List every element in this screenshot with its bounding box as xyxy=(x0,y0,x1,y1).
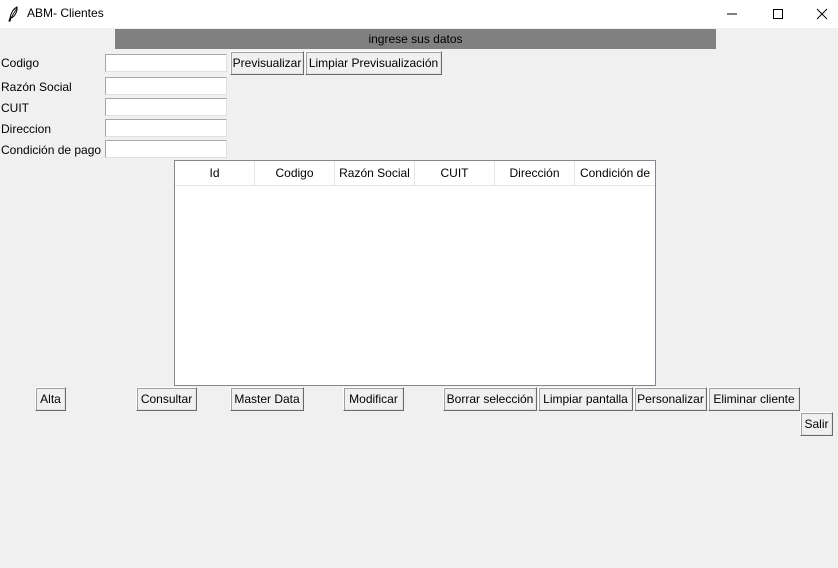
consultar-button[interactable]: Consultar xyxy=(136,387,197,411)
condicion-pago-field[interactable] xyxy=(105,140,227,158)
cuit-label: CUIT xyxy=(1,101,29,115)
previsualizar-button[interactable]: Previsualizar xyxy=(230,51,304,75)
codigo-label: Codigo xyxy=(1,56,40,70)
borrar-seleccion-button[interactable]: Borrar selección xyxy=(443,387,537,411)
direccion-label: Direccion xyxy=(1,122,52,136)
feather-icon xyxy=(8,6,20,22)
limpiar-pantalla-button[interactable]: Limpiar pantalla xyxy=(538,387,633,411)
codigo-field[interactable] xyxy=(105,54,227,72)
column-header-codigo[interactable]: Codigo xyxy=(255,161,335,185)
direccion-field[interactable] xyxy=(105,119,227,137)
column-header-razon-social[interactable]: Razón Social xyxy=(335,161,415,185)
limpiar-previsualizacion-button[interactable]: Limpiar Previsualización xyxy=(305,51,442,75)
instructions-banner: ingrese sus datos xyxy=(115,29,716,49)
close-icon xyxy=(816,8,828,20)
title-bar: ABM- Clientes xyxy=(0,0,838,28)
column-header-direccion[interactable]: Dirección xyxy=(495,161,575,185)
razon-social-label: Razón Social xyxy=(1,80,72,94)
cuit-field[interactable] xyxy=(105,98,227,116)
razon-social-field[interactable] xyxy=(105,77,227,95)
minimize-icon xyxy=(727,13,737,15)
eliminar-cliente-button[interactable]: Eliminar cliente xyxy=(708,387,800,411)
modificar-button[interactable]: Modificar xyxy=(343,387,404,411)
column-header-condicion[interactable]: Condición de xyxy=(575,161,655,185)
column-header-id[interactable]: Id xyxy=(175,161,255,185)
alta-button[interactable]: Alta xyxy=(35,387,66,411)
table-header: Id Codigo Razón Social CUIT Dirección Co… xyxy=(175,161,655,186)
master-data-button[interactable]: Master Data xyxy=(230,387,304,411)
salir-button[interactable]: Salir xyxy=(800,412,833,436)
maximize-button[interactable] xyxy=(755,0,801,28)
minimize-button[interactable] xyxy=(709,0,755,28)
window-title: ABM- Clientes xyxy=(27,6,104,20)
clients-table[interactable]: Id Codigo Razón Social CUIT Dirección Co… xyxy=(174,160,656,386)
maximize-icon xyxy=(773,9,783,19)
personalizar-button[interactable]: Personalizar xyxy=(634,387,707,411)
close-button[interactable] xyxy=(799,0,838,28)
condicion-pago-label: Condición de pago xyxy=(1,143,102,157)
column-header-cuit[interactable]: CUIT xyxy=(415,161,495,185)
